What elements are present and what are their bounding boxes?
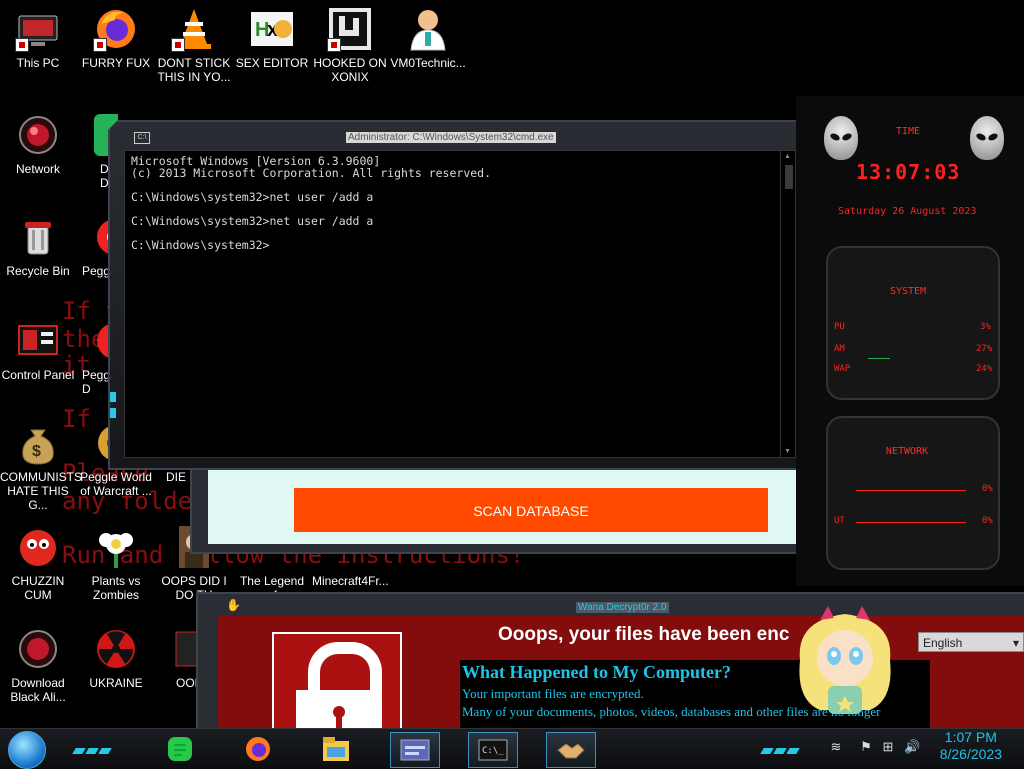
taskbar-window-button[interactable] xyxy=(390,732,440,768)
system-monitor-gadget: TIME 13:07:03 Saturday 26 August 2023 SY… xyxy=(796,96,1024,586)
cmd-app-icon: C:\ xyxy=(134,132,150,144)
xonix-icon xyxy=(327,6,373,52)
wanna-info-title: What Happened to My Computer? xyxy=(462,662,731,682)
wanna-info-line: Your important files are encrypted. xyxy=(462,686,644,701)
file-explorer-icon xyxy=(323,737,349,761)
this-pc-icon xyxy=(15,6,61,52)
scan-database-button[interactable]: SCAN DATABASE xyxy=(294,488,768,532)
radiation-icon xyxy=(93,626,139,672)
cmd-scroll-thumb[interactable] xyxy=(785,165,793,189)
taskbar-cmd-button[interactable]: C:\_ xyxy=(468,732,518,768)
gadget-network-panel xyxy=(826,416,1000,570)
cmd-window-title: Administrator: C:\Windows\System32\cmd.e… xyxy=(346,132,556,143)
firefox-icon xyxy=(93,6,139,52)
desktop-icon-sex-editor[interactable]: Hx SEX EDITOR xyxy=(234,6,310,70)
desktop-icon-pvz[interactable]: Plants vs Zombies xyxy=(78,524,154,602)
desktop-icon-vlc[interactable]: DONT STICK THIS IN YO... xyxy=(156,6,232,84)
network-icon xyxy=(15,112,61,158)
desktop-icon-furry-fux[interactable]: FURRY FUX xyxy=(78,6,154,70)
stairs-icon[interactable]: ≋ xyxy=(828,739,844,755)
gadget-system-panel xyxy=(826,246,1000,400)
doctor-icon xyxy=(405,6,451,52)
wanna-window-title: Wana Decrypt0r 2.0 xyxy=(576,602,669,613)
cartoon-character-icon xyxy=(790,600,900,728)
cmd-title-bar[interactable]: C:\ Administrator: C:\Windows\System32\c… xyxy=(110,130,810,148)
control-panel-icon xyxy=(15,318,61,364)
taskbar-firefox-button[interactable] xyxy=(234,732,282,766)
taskbar-notes-button[interactable] xyxy=(156,732,204,766)
taskbar-file-explorer-button[interactable] xyxy=(312,732,360,766)
handshake-icon xyxy=(557,743,585,759)
gadget-clock: 13:07:03 xyxy=(856,160,961,184)
desktop-icon-network[interactable]: Network xyxy=(0,112,76,176)
desktop-icon-download-black-alien[interactable]: Download Black Ali... xyxy=(0,626,76,704)
desktop-icon-oof[interactable]: OOF xyxy=(156,626,196,690)
wanna-app-icon: ✋ xyxy=(226,598,241,612)
clock-date: 8/26/2023 xyxy=(939,746,1002,762)
scroll-up-icon[interactable]: ▲ xyxy=(784,153,791,160)
money-bag-icon: $ xyxy=(15,420,61,466)
recycle-bin-icon xyxy=(15,214,61,260)
gadget-date: Saturday 26 August 2023 xyxy=(838,206,977,217)
action-center-flag-icon[interactable]: ⚑ xyxy=(858,739,874,755)
start-button[interactable] xyxy=(8,731,46,769)
cmd-window[interactable]: C:\ Administrator: C:\Windows\System32\c… xyxy=(108,120,812,470)
taskbar-wanna-button[interactable] xyxy=(546,732,596,768)
cmd-console[interactable]: Microsoft Windows [Version 6.3.9600] (c)… xyxy=(124,150,796,458)
notes-icon xyxy=(168,737,192,761)
cmd-scrollbar[interactable]: ▲ ▼ xyxy=(780,151,795,457)
wanna-headline: Ooops, your files have been enc xyxy=(498,624,790,645)
gadget-network-header: NETWORK xyxy=(885,446,929,457)
desktop-icon-ukraine[interactable]: UKRAINE xyxy=(78,626,154,690)
desktop-icon-this-pc[interactable]: This PC xyxy=(0,6,76,70)
wanna-body: Ooops, your files have been enc English … xyxy=(218,616,1024,750)
clock-time: 1:07 PM xyxy=(944,729,997,745)
desktop-icon-vm0technic[interactable]: VM0Technic... xyxy=(390,6,466,70)
desktop-icon-recycle-bin[interactable]: Recycle Bin xyxy=(0,214,76,278)
hex-editor-icon: Hx xyxy=(249,6,295,52)
desktop-icon-communists[interactable]: $ COMMUNISTS HATE THIS G... xyxy=(0,420,82,512)
scroll-down-icon[interactable]: ▼ xyxy=(784,448,791,455)
desktop-icon-control-panel[interactable]: Control Panel xyxy=(0,318,76,382)
shortcut-arrow-icon xyxy=(15,38,29,52)
alien-head-icon xyxy=(824,116,858,160)
firefox-icon xyxy=(246,737,270,761)
taskbar: C:\_ ≋ ⚑ ⊞ 🔊 1:07 PM 8/26/2023 xyxy=(0,728,1024,769)
language-select[interactable]: English xyxy=(918,632,1024,653)
desktop-icon-chuzzin[interactable]: CHUZZIN CUM xyxy=(0,524,76,602)
network-tray-icon[interactable]: ⊞ xyxy=(880,739,896,755)
vlc-icon xyxy=(171,6,217,52)
alien-head-icon xyxy=(970,116,1004,160)
desktop-icon-xonix[interactable]: HOOKED ON XONIX xyxy=(312,6,388,84)
cmd-icon: C:\_ xyxy=(478,739,508,761)
svg-text:C:\_: C:\_ xyxy=(482,746,504,756)
svg-text:$: $ xyxy=(32,443,41,460)
network-icon xyxy=(15,626,61,672)
volume-icon[interactable]: 🔊 xyxy=(904,739,920,755)
gadget-system-header: SYSTEM xyxy=(889,286,927,297)
gadget-time-header: TIME xyxy=(895,126,921,137)
window-icon xyxy=(400,739,430,761)
cmd-output: Microsoft Windows [Version 6.3.9600] (c)… xyxy=(131,154,492,252)
pvz-icon xyxy=(93,524,139,570)
app-icon xyxy=(170,626,196,672)
clock[interactable]: 1:07 PM 8/26/2023 xyxy=(940,729,1002,763)
chuzzle-icon xyxy=(15,524,61,570)
